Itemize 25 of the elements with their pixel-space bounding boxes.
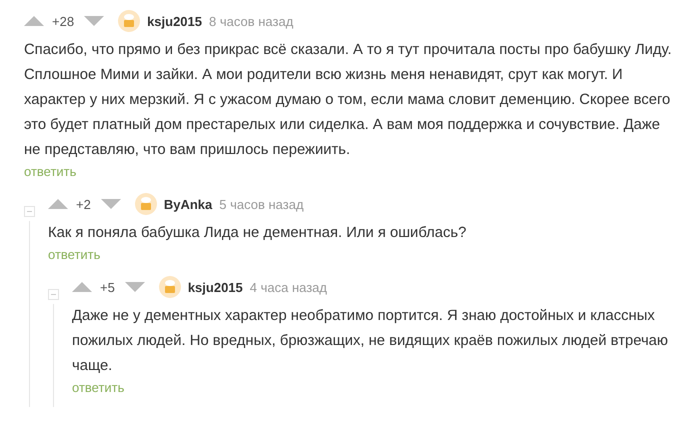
downvote-button[interactable]	[84, 16, 104, 26]
avatar-icon	[158, 276, 181, 298]
comment-text: Как я поняла бабушка Лида не дементная. Или я ошиблась?	[48, 224, 468, 243]
downvote-button[interactable]	[124, 282, 145, 292]
minus-icon	[27, 211, 32, 212]
comment-time: 4 часа назад	[250, 280, 327, 294]
collapse-button[interactable]	[24, 206, 35, 217]
author-link[interactable]: ksju2015	[147, 14, 202, 28]
comment-time: 8 часов назад	[209, 14, 294, 28]
minus-icon	[51, 294, 56, 295]
downvote-button[interactable]	[100, 199, 121, 209]
rating: +5	[100, 280, 115, 294]
avatar-icon	[118, 10, 140, 32]
rating: +2	[76, 196, 91, 212]
upvote-button[interactable]	[72, 282, 92, 292]
comment-text: Даже не у дементных характер необратимо портится. Я знаю достойных и классных пожилых людей. Но вредных, брюзжащих, не видящих краёв пожилых людей втречаю чаще.	[72, 307, 669, 376]
avatar-icon	[134, 193, 157, 215]
author-link[interactable]: ByAnka	[164, 196, 212, 212]
collapse-button[interactable]	[48, 289, 59, 300]
comment-time: 5 часов назад	[219, 196, 304, 212]
rating: +28	[52, 14, 74, 28]
author-link[interactable]: ksju2015	[188, 280, 243, 294]
comment-text: Спасибо, что прямо и без прикрас всё сказали. А то я тут прочитала посты про бабушку Лиду. Сплошное Мими и зайки. А мои родители всю жизнь меня ненавидят, срут как могут. И характер у них мерзкий. Я с ужасом думаю о том, если мама словит деменцию. Скорее всего это будет платный дом престарелых или сиделка. А вам моя поддержка и сочувствие. Даже не представляю, что вам пришлось пережиить.	[24, 41, 673, 160]
upvote-button[interactable]	[24, 16, 44, 26]
upvote-button[interactable]	[48, 199, 68, 209]
